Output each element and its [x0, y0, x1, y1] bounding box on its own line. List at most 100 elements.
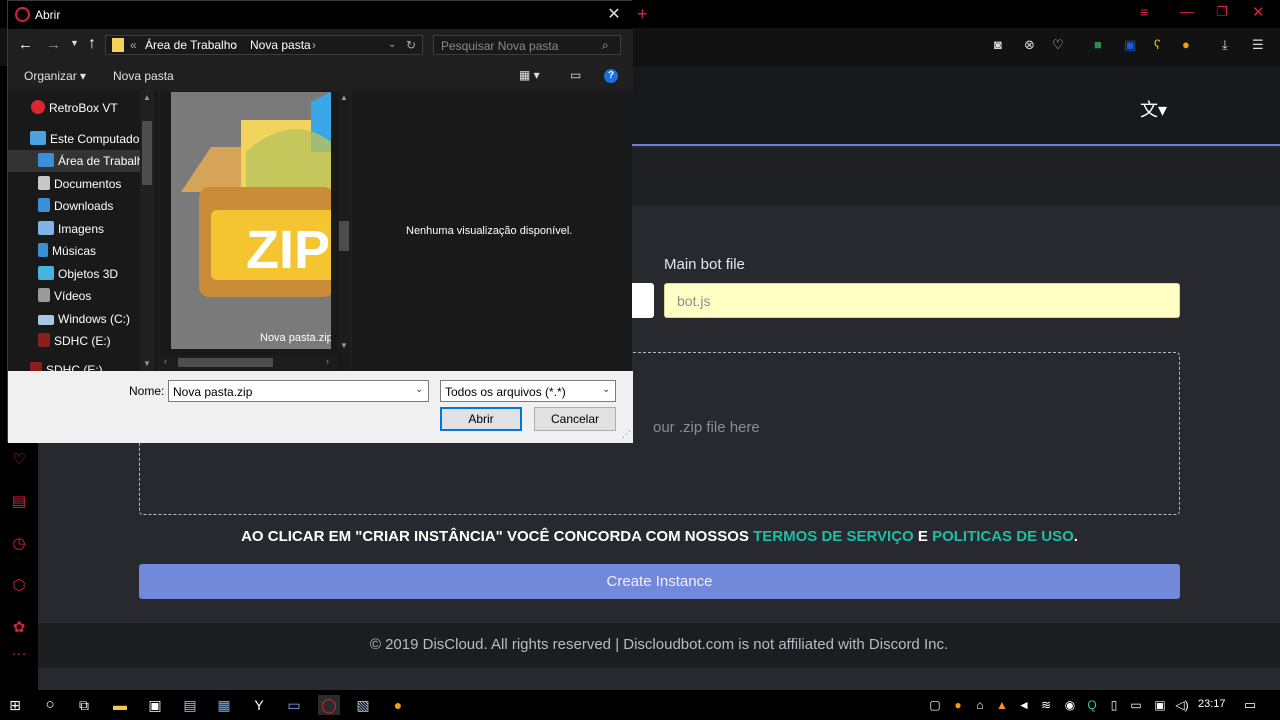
heart-icon[interactable]: ♡ [9, 450, 29, 470]
refresh-icon[interactable]: ↻ [406, 36, 416, 54]
tray-wifi-icon[interactable]: ▣ [1150, 695, 1170, 715]
nav-documents[interactable]: Documentos [8, 173, 146, 195]
nav-drive-c[interactable]: Windows (C:) [8, 308, 146, 330]
control-panel-icon[interactable]: ▦ [214, 695, 234, 715]
chevron-down-icon[interactable]: ⌄ [602, 384, 610, 395]
app-window-icon[interactable]: ▭ [284, 695, 304, 715]
nav-scroll-thumb[interactable] [142, 121, 152, 185]
create-instance-button[interactable]: Create Instance [139, 564, 1180, 599]
nav-videos[interactable]: Vídeos [8, 285, 146, 307]
maximize-icon[interactable]: ❐ [1216, 4, 1228, 20]
terms-of-service-link[interactable]: TERMOS DE SERVIÇO [753, 528, 914, 545]
resize-grip-icon[interactable]: ⋰ [622, 429, 631, 440]
easy-setup-icon[interactable]: ☰ [1252, 37, 1264, 53]
address-bar[interactable]: « Área de Trabalho › Nova pasta › ⌄ ↻ [105, 35, 423, 55]
nav-sdhc-e-2[interactable]: SDHC (E:) [8, 359, 146, 371]
task-view-icon[interactable]: ⧉ [74, 695, 94, 715]
file-vertical-scrollbar[interactable]: ▲ ▼ [338, 91, 350, 353]
news-icon[interactable]: ▤ [9, 492, 29, 512]
search-circle-icon[interactable]: ○ [40, 695, 60, 715]
notepad-icon[interactable]: ▤ [180, 695, 200, 715]
file-explorer-icon[interactable]: ▬ [110, 695, 130, 715]
chevron-down-icon[interactable]: ⌄ [388, 36, 396, 54]
search-box[interactable]: Pesquisar Nova pasta ⌕ [433, 35, 621, 55]
history-icon[interactable]: ◷ [9, 534, 29, 554]
nav-sdhc-e[interactable]: SDHC (E:) [8, 330, 146, 352]
clock[interactable]: 23:17 [1198, 698, 1226, 710]
scroll-up-icon[interactable]: ▲ [143, 93, 151, 102]
forward-icon[interactable]: → [46, 36, 61, 53]
extension-icon[interactable]: ● [1182, 37, 1190, 52]
file-type-select[interactable]: Todos os arquivos (*.*) ⌄ [440, 380, 616, 402]
main-bot-file-input[interactable]: bot.js [664, 283, 1180, 318]
translate-icon[interactable]: 文▾ [1140, 96, 1167, 122]
opera-taskbar-icon[interactable]: ◯ [318, 695, 340, 715]
shield-x-icon[interactable]: ⊗ [1024, 37, 1035, 53]
organize-button[interactable]: Organizar ▾ [24, 69, 86, 83]
tray-weather-icon[interactable]: ≋ [1036, 695, 1056, 715]
view-options-icon[interactable]: ▦ ▾ [519, 68, 540, 82]
usage-policies-link[interactable]: POLITICAS DE USO [932, 528, 1074, 545]
cube-icon[interactable]: ⬡ [9, 576, 29, 596]
recent-locations-icon[interactable]: ▼ [70, 38, 79, 48]
scroll-left-icon[interactable]: ‹ [164, 356, 167, 366]
tray-usb-icon[interactable]: ⌂ [970, 695, 990, 715]
tray-discord-icon[interactable]: ◉ [1060, 695, 1080, 715]
scroll-down-icon[interactable]: ▼ [143, 359, 151, 368]
key-icon[interactable]: ʕ [1154, 37, 1161, 52]
tray-app-icon[interactable]: ▢ [925, 695, 945, 715]
yandex-icon[interactable]: Y [249, 695, 269, 715]
file-tile-nova-pasta-zip[interactable]: ZIP Nova pasta.zip [171, 92, 331, 349]
new-folder-button[interactable]: Nova pasta [113, 69, 174, 83]
nav-this-pc[interactable]: Este Computador [8, 128, 146, 150]
scroll-up-icon[interactable]: ▲ [340, 93, 348, 102]
new-tab-icon[interactable]: + [637, 4, 648, 25]
breadcrumb-desktop[interactable]: Área de Trabalho [145, 36, 237, 54]
tray-arrow-icon[interactable]: ◄ [1014, 695, 1034, 715]
bitwarden-icon[interactable]: ▣ [1124, 37, 1136, 53]
nav-3d-objects[interactable]: Objetos 3D [8, 263, 146, 285]
settings-icon[interactable]: ✿ [9, 618, 29, 638]
open-button[interactable]: Abrir [440, 407, 522, 431]
nav-downloads[interactable]: Downloads [8, 195, 146, 217]
nav-retrobox[interactable]: RetroBox VT [8, 97, 146, 119]
back-icon[interactable]: ← [18, 36, 33, 53]
network-app-icon[interactable]: ▧ [353, 695, 373, 715]
chrome-icon[interactable]: ● [388, 695, 408, 715]
tray-q-icon[interactable]: Q [1082, 695, 1102, 715]
tab-menu-icon[interactable]: ≡ [1140, 4, 1148, 20]
nav-desktop[interactable]: Área de Trabalho [8, 150, 146, 172]
tray-volume-icon[interactable]: ◁) [1172, 695, 1192, 715]
tray-battery-icon[interactable]: ▭ [1126, 695, 1146, 715]
breadcrumb-separator-icon[interactable]: › [233, 36, 237, 54]
file-scroll-thumb[interactable] [339, 221, 349, 251]
search-input[interactable]: Pesquisar Nova pasta [441, 39, 558, 53]
up-folder-icon[interactable]: ↑ [88, 35, 96, 53]
nav-music[interactable]: Músicas [8, 240, 146, 262]
scroll-right-icon[interactable]: › [326, 356, 329, 366]
tray-network-icon[interactable]: ▲ [992, 695, 1012, 715]
help-icon[interactable]: ? [604, 69, 618, 83]
more-icon[interactable]: ··· [9, 644, 29, 664]
breadcrumb-separator-icon[interactable]: › [312, 36, 316, 54]
dialog-close-icon[interactable]: ✕ [595, 1, 633, 29]
download-icon[interactable]: ⤓ [1222, 37, 1228, 53]
store-icon[interactable]: ▣ [145, 695, 165, 715]
cancel-button[interactable]: Cancelar [534, 407, 616, 431]
breadcrumb-overflow[interactable]: « [130, 36, 137, 54]
cube-icon[interactable]: ■ [1094, 37, 1102, 52]
close-window-icon[interactable]: ✕ [1252, 3, 1265, 21]
heart-icon[interactable]: ♡ [1052, 37, 1064, 53]
nav-pictures[interactable]: Imagens [8, 218, 146, 240]
file-name-input[interactable]: Nova pasta.zip [173, 385, 252, 399]
chevron-down-icon[interactable]: ⌄ [415, 384, 423, 395]
windows-start-icon[interactable]: ⊞ [5, 695, 25, 715]
scroll-down-icon[interactable]: ▼ [340, 341, 348, 350]
breadcrumb-new-folder[interactable]: Nova pasta [250, 36, 311, 54]
tray-power-icon[interactable]: ▯ [1104, 695, 1124, 715]
file-horizontal-scrollbar[interactable]: ‹ › [160, 355, 338, 369]
preview-pane-icon[interactable]: ▭ [570, 68, 581, 82]
camera-icon[interactable]: ◙ [994, 37, 1002, 52]
minimize-icon[interactable]: — [1180, 3, 1194, 19]
nav-scrollbar[interactable]: ▲ ▼ [140, 91, 154, 371]
